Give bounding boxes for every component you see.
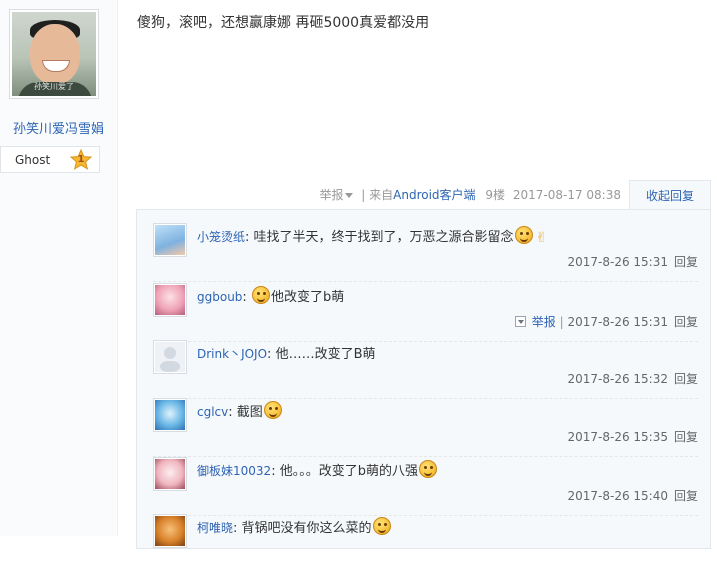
reply-item: 柯唯晓: 背锅吧没有你这么菜的 bbox=[153, 514, 698, 572]
author-sidebar: 孙笑川爱了 孙笑川爱冯雪娟 Ghost 1 bbox=[0, 0, 118, 536]
reply-list: 小笼烫纸: 哇找了半天，终于找到了，万恶之源合影留念 ✌ 2017-8-26 15… bbox=[136, 209, 711, 549]
reply-time: 2017-8-26 15:35 bbox=[567, 430, 668, 444]
reply-avatar[interactable] bbox=[153, 398, 187, 432]
reply-text: 他。。。改变了b萌的八强 bbox=[279, 464, 418, 479]
reply-line: cglcv: 截图 bbox=[197, 401, 283, 420]
reply-avatar[interactable] bbox=[153, 223, 187, 257]
reply-meta: 2017-8-26 15:35 回复 bbox=[567, 428, 698, 445]
post-timestamp: 2017-08-17 08:38 bbox=[512, 188, 621, 202]
reply-item: 小笼烫纸: 哇找了半天，终于找到了，万恶之源合影留念 ✌ 2017-8-26 15… bbox=[153, 223, 698, 282]
reply-meta: 2017-8-26 15:31 回复 bbox=[567, 253, 698, 270]
reply-avatar[interactable] bbox=[153, 340, 187, 374]
reply-username[interactable]: cglcv bbox=[197, 405, 228, 419]
client-link[interactable]: Android客户端 bbox=[393, 188, 475, 202]
floor-number: 9楼 bbox=[485, 188, 506, 202]
star-icon: 1 bbox=[69, 148, 93, 171]
reply-meta: 2017-8-26 15:32 回复 bbox=[567, 370, 698, 387]
reply-username[interactable]: 御板妹10032 bbox=[197, 464, 271, 478]
post-tail: 举报 | 来自Android客户端 9楼 2017-08-17 08:38 bbox=[319, 186, 621, 203]
victory-hand-icon: ✌ bbox=[535, 230, 548, 246]
smile-emoji-icon bbox=[263, 401, 282, 419]
reply-username[interactable]: ggboub bbox=[197, 290, 242, 304]
reply-time: 2017-8-26 15:32 bbox=[567, 372, 668, 386]
reply-time: 2017-8-26 15:40 bbox=[567, 489, 668, 503]
level-badge[interactable]: Ghost 1 bbox=[0, 146, 100, 173]
reply-text: 他改变了b萌 bbox=[270, 290, 345, 305]
badge-level: 1 bbox=[77, 154, 85, 165]
reply-username[interactable]: 柯唯晓 bbox=[197, 521, 233, 535]
tail-divider: | bbox=[361, 188, 370, 202]
reply-avatar[interactable] bbox=[153, 457, 187, 491]
reply-line: 柯唯晓: 背锅吧没有你这么菜的 bbox=[197, 517, 392, 536]
reply-button[interactable]: 回复 bbox=[674, 430, 698, 444]
reply-button[interactable]: 回复 bbox=[674, 372, 698, 386]
collapse-replies-button[interactable]: 收起回复 bbox=[629, 180, 711, 210]
reply-button[interactable]: 回复 bbox=[674, 255, 698, 269]
author-avatar[interactable]: 孙笑川爱了 bbox=[9, 9, 99, 99]
reply-meta: 举报 | 2017-8-26 15:31 回复 bbox=[514, 313, 698, 330]
post-content: 傻狗，滚吧，还想赢康娜 再砸5000真爱都没用 bbox=[137, 15, 430, 31]
smile-emoji-icon bbox=[514, 226, 533, 244]
reply-item: ggboub: 他改变了b萌 举报 | 2017-8-26 15:31 回复 bbox=[153, 283, 698, 342]
avatar-watermark: 孙笑川爱了 bbox=[34, 82, 74, 91]
smile-emoji-icon bbox=[372, 517, 391, 535]
chevron-down-icon[interactable] bbox=[514, 316, 526, 327]
from-label: 来自 bbox=[369, 188, 394, 202]
report-link[interactable]: 举报 bbox=[319, 188, 343, 202]
reply-item: cglcv: 截图 2017-8-26 15:35 回复 bbox=[153, 398, 698, 457]
reply-text: 背锅吧没有你这么菜的 bbox=[241, 521, 372, 536]
report-link[interactable]: 举报 bbox=[532, 315, 556, 329]
reply-text: 他……改变了B萌 bbox=[275, 347, 376, 362]
reply-time: 2017-8-26 15:31 bbox=[567, 255, 668, 269]
author-name[interactable]: 孙笑川爱冯雪娟 bbox=[0, 118, 117, 137]
smile-emoji-icon bbox=[251, 286, 270, 304]
reply-line: ggboub: 他改变了b萌 bbox=[197, 286, 344, 305]
smile-emoji-icon bbox=[418, 460, 437, 478]
reply-meta: 2017-8-26 15:40 回复 bbox=[567, 487, 698, 504]
badge-label: Ghost bbox=[15, 153, 51, 167]
reply-line: 御板妹10032: 他。。。改变了b萌的八强 bbox=[197, 460, 438, 479]
reply-line: 小笼烫纸: 哇找了半天，终于找到了，万恶之源合影留念 ✌ bbox=[197, 226, 547, 246]
reply-button[interactable]: 回复 bbox=[674, 315, 698, 329]
reply-avatar[interactable] bbox=[153, 514, 187, 548]
reply-text: 截图 bbox=[236, 405, 263, 420]
reply-line: Drink丶JOJO: 他……改变了B萌 bbox=[197, 347, 376, 362]
reply-avatar[interactable] bbox=[153, 283, 187, 317]
avatar-photo: 孙笑川爱了 bbox=[12, 12, 96, 96]
reply-username[interactable]: Drink丶JOJO bbox=[197, 347, 267, 361]
reply-item: 御板妹10032: 他。。。改变了b萌的八强 2017-8-26 15:40 回复 bbox=[153, 457, 698, 516]
reply-username[interactable]: 小笼烫纸 bbox=[197, 230, 245, 244]
reply-time: 2017-8-26 15:31 bbox=[567, 315, 668, 329]
reply-item: Drink丶JOJO: 他……改变了B萌 2017-8-26 15:32 回复 bbox=[153, 340, 698, 399]
reply-button[interactable]: 回复 bbox=[674, 489, 698, 503]
reply-text: 哇找了半天，终于找到了，万恶之源合影留念 bbox=[253, 230, 514, 245]
chevron-down-icon[interactable] bbox=[345, 193, 354, 198]
